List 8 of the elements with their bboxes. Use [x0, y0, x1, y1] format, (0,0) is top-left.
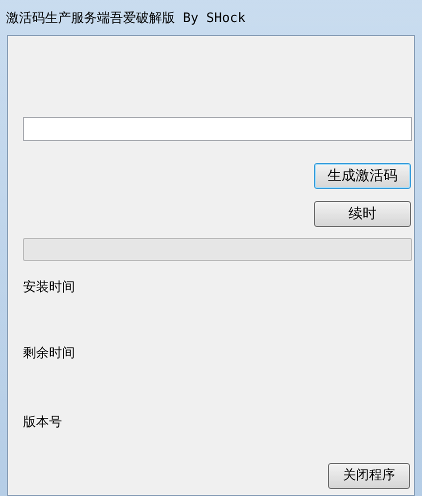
action-button[interactable]: 续时 [314, 201, 411, 227]
action-button[interactable]: 生成激活码 [314, 163, 411, 189]
info-label: 安装时间 [23, 279, 76, 297]
code-field[interactable] [23, 117, 412, 141]
info-label: 版本号 [23, 414, 63, 432]
info-label: 剩余时间 [23, 344, 76, 362]
close-button[interactable]: 关闭程序 [328, 462, 410, 488]
window-title: 激活码生产服务端吾爱破解版 By SHock [6, 10, 246, 28]
